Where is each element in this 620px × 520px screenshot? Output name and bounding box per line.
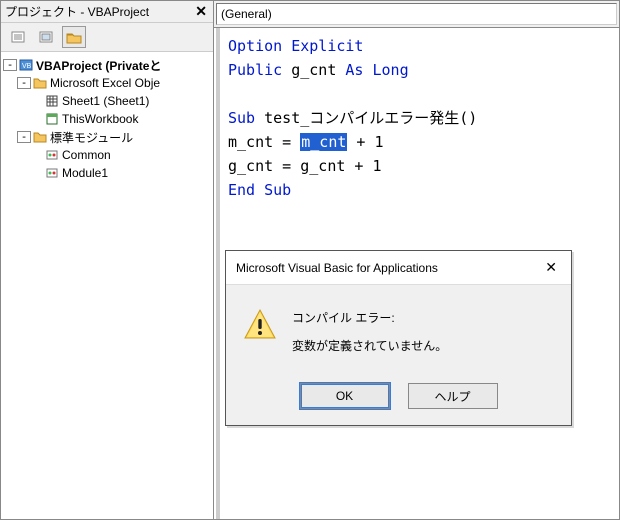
dialog-button-row: OK ヘルプ xyxy=(226,373,571,425)
warning-icon xyxy=(242,307,278,343)
code-token: Public xyxy=(228,61,282,79)
vbaproject-icon: VB xyxy=(19,58,33,72)
dialog-titlebar: Microsoft Visual Basic for Applications … xyxy=(226,251,571,285)
tree-root-project[interactable]: - VB VBAProject (Privateと xyxy=(3,56,211,74)
code-token: g_cnt = g_cnt + 1 xyxy=(228,157,382,175)
object-dropdown[interactable]: (General) xyxy=(216,3,617,25)
dialog-body: コンパイル エラー: 変数が定義されていません。 xyxy=(226,285,571,373)
project-tree: - VB VBAProject (Privateと - Microsoft Ex… xyxy=(1,52,213,519)
code-token: + 1 xyxy=(347,133,383,151)
worksheet-icon xyxy=(45,94,59,108)
collapse-icon[interactable]: - xyxy=(3,59,17,71)
project-explorer-titlebar: プロジェクト - VBAProject ✕ xyxy=(1,1,213,23)
project-explorer-panel: プロジェクト - VBAProject ✕ - VB VBAProject (P… xyxy=(1,1,214,519)
dropdown-value: (General) xyxy=(221,7,272,21)
error-dialog: Microsoft Visual Basic for Applications … xyxy=(225,250,572,426)
tree-label: VBAProject (Privateと xyxy=(36,57,161,74)
collapse-icon[interactable]: - xyxy=(17,131,31,143)
ok-button[interactable]: OK xyxy=(300,383,390,409)
dialog-message: コンパイル エラー: 変数が定義されていません。 xyxy=(292,307,447,357)
folder-icon xyxy=(33,131,47,143)
view-object-button[interactable] xyxy=(34,26,58,48)
tree-label: Module1 xyxy=(62,166,108,180)
view-code-button[interactable] xyxy=(6,26,30,48)
tree-label: ThisWorkbook xyxy=(62,112,138,126)
close-icon[interactable]: ✕ xyxy=(541,259,561,276)
tree-label: Microsoft Excel Obje xyxy=(50,76,160,90)
folder-icon xyxy=(33,77,47,89)
code-token: Sub xyxy=(228,109,255,127)
code-token: m_cnt = xyxy=(228,133,300,151)
tree-label: 標準モジュール xyxy=(50,129,133,146)
collapse-icon[interactable]: - xyxy=(17,77,31,89)
tree-item-sheet1[interactable]: Sheet1 (Sheet1) xyxy=(3,92,211,110)
tree-label: Common xyxy=(62,148,111,162)
code-dropdown-row: (General) xyxy=(214,1,619,28)
close-icon[interactable]: ✕ xyxy=(193,3,209,20)
help-button[interactable]: ヘルプ xyxy=(408,383,498,409)
module-icon xyxy=(45,166,59,180)
project-explorer-title: プロジェクト - VBAProject xyxy=(5,3,149,20)
code-token: As Long xyxy=(345,61,408,79)
workbook-icon xyxy=(45,112,59,126)
tree-item-common[interactable]: Common xyxy=(3,146,211,164)
code-token: Option Explicit xyxy=(228,37,363,55)
code-token: g_cnt xyxy=(282,61,345,79)
tree-folder-modules[interactable]: - 標準モジュール xyxy=(3,128,211,146)
tree-label: Sheet1 (Sheet1) xyxy=(62,94,149,108)
dialog-message-line1: コンパイル エラー: xyxy=(292,307,447,329)
code-selection: m_cnt xyxy=(300,133,347,151)
dialog-title-text: Microsoft Visual Basic for Applications xyxy=(236,261,438,275)
toggle-folders-button[interactable] xyxy=(62,26,86,48)
module-icon xyxy=(45,148,59,162)
tree-folder-excel-objects[interactable]: - Microsoft Excel Obje xyxy=(3,74,211,92)
tree-item-thisworkbook[interactable]: ThisWorkbook xyxy=(3,110,211,128)
dialog-message-line2: 変数が定義されていません。 xyxy=(292,335,447,357)
code-token: End Sub xyxy=(228,181,291,199)
svg-text:VB: VB xyxy=(22,63,32,70)
code-token: test_コンパイルエラー発生() xyxy=(255,109,477,127)
project-toolbar xyxy=(1,23,213,52)
tree-item-module1[interactable]: Module1 xyxy=(3,164,211,182)
